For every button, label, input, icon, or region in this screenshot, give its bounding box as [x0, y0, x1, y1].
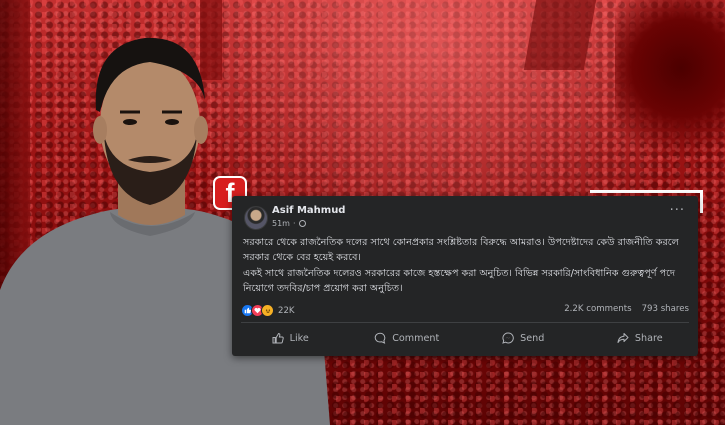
post-author[interactable]: Asif Mahmud	[272, 205, 345, 216]
comment-label: Comment	[392, 332, 440, 344]
post-time[interactable]: 51m	[272, 219, 290, 228]
reactions-summary[interactable]: 22K	[241, 304, 295, 317]
comment-button[interactable]: Comment	[349, 326, 466, 350]
background-structure	[523, 0, 597, 70]
globe-icon	[298, 220, 306, 227]
like-icon	[272, 332, 284, 344]
share-button[interactable]: Share	[582, 326, 699, 350]
meta-separator: ·	[292, 219, 296, 228]
comments-count[interactable]: 2.2K comments	[564, 304, 631, 314]
divider	[241, 322, 689, 323]
share-label: Share	[634, 332, 663, 344]
facebook-post-card: Asif Mahmud 51m · ··· সরকারে থেকে রাজনৈত…	[232, 196, 698, 356]
like-button[interactable]: Like	[232, 326, 349, 350]
post-stats: 22K 2.2K comments 793 shares	[241, 304, 689, 318]
send-label: Send	[520, 332, 545, 344]
reactions-count: 22K	[278, 305, 295, 316]
background-tree	[615, 0, 725, 170]
comment-icon	[375, 332, 386, 344]
post-paragraph-1: সরকারে থেকে রাজনৈতিক দলের সাথে কোনপ্রকার…	[243, 237, 679, 263]
send-button[interactable]: Send	[465, 326, 582, 350]
like-label: Like	[289, 332, 309, 344]
avatar[interactable]	[244, 206, 268, 230]
send-icon	[502, 332, 514, 344]
share-icon	[617, 333, 629, 343]
engagement-stats: 2.2K comments 793 shares	[564, 304, 689, 314]
shares-count[interactable]: 793 shares	[642, 304, 689, 314]
haha-reaction-icon	[261, 304, 274, 317]
post-paragraph-2: একই সাথে রাজনৈতিক দলেরও সরকারের কাজে হস্…	[243, 268, 676, 294]
more-icon[interactable]: ···	[670, 204, 685, 217]
post-action-bar: Like Comment Send Share	[232, 326, 698, 350]
post-meta: 51m ·	[272, 219, 306, 228]
